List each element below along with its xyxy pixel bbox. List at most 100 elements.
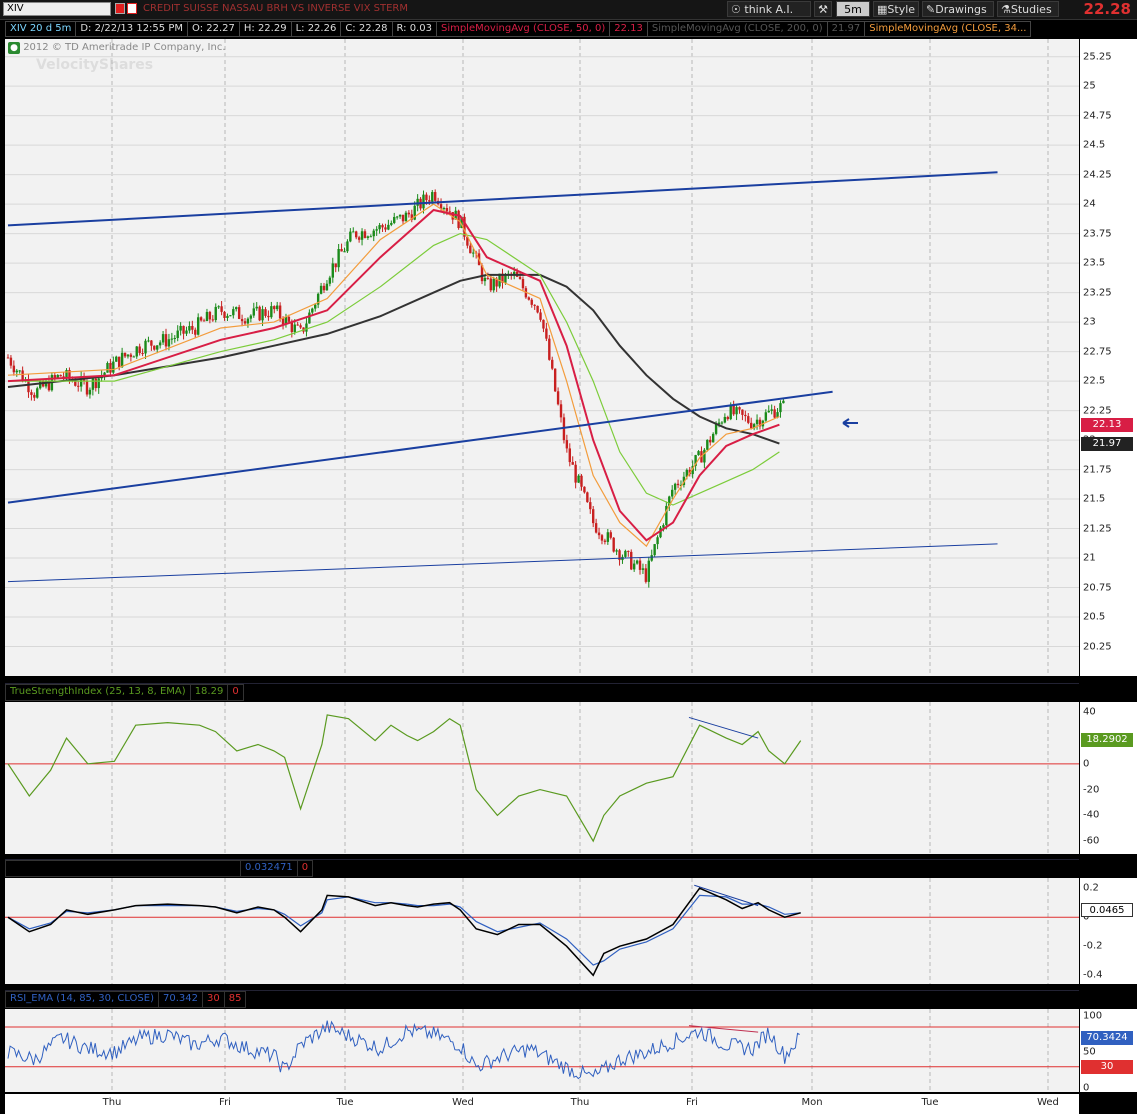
- candle-body: [764, 412, 768, 421]
- candle-body: [53, 375, 57, 378]
- sma200-line: [7, 273, 780, 445]
- candle-body: [431, 192, 434, 202]
- candle-body: [27, 379, 30, 393]
- candle-body: [486, 277, 490, 279]
- candle-body: [349, 231, 352, 242]
- candle-body: [161, 334, 165, 343]
- candle-body: [185, 330, 188, 334]
- candle-body: [492, 278, 495, 291]
- candle-body: [770, 409, 773, 411]
- osc-main-line: [7, 887, 801, 977]
- candle-body: [176, 330, 179, 339]
- candle-body: [671, 489, 674, 497]
- candle-body: [592, 509, 595, 524]
- candle-body: [331, 263, 334, 278]
- candle-body: [314, 304, 317, 309]
- candle-body: [767, 410, 770, 413]
- candle-body: [205, 311, 209, 322]
- candle-body: [375, 229, 378, 231]
- candle-body: [91, 378, 95, 390]
- candle-body: [278, 305, 282, 319]
- candle-body: [328, 277, 332, 284]
- time-axis-label: Wed: [452, 1097, 474, 1108]
- candle-body: [287, 316, 291, 322]
- osc-badge: 0.0465: [1081, 903, 1133, 918]
- candle-body: [393, 216, 396, 223]
- candle-body: [202, 320, 206, 322]
- candle-body: [729, 404, 732, 420]
- candle-body: [153, 345, 156, 350]
- candle-body: [6, 357, 10, 359]
- time-axis-label: Tue: [336, 1097, 354, 1108]
- candle-body: [243, 321, 247, 324]
- candle-body: [188, 325, 191, 331]
- candle-body: [416, 198, 419, 206]
- candle-body: [275, 305, 279, 310]
- candle-body: [117, 356, 121, 368]
- candle-body: [706, 439, 709, 450]
- tsi-line: [7, 714, 802, 843]
- sma200-price-badge: 21.97: [1081, 436, 1133, 451]
- candle-body: [483, 277, 487, 282]
- candle-body: [258, 306, 261, 321]
- tsi-badge: 18.2902: [1081, 733, 1133, 748]
- candle-body: [340, 249, 343, 252]
- candle-body: [583, 486, 586, 493]
- candle-body: [273, 306, 276, 310]
- candle-body: [158, 342, 162, 346]
- candle-body: [624, 550, 627, 557]
- candle-body: [120, 352, 124, 368]
- candle-body: [126, 354, 130, 357]
- candle-body: [747, 416, 750, 423]
- candle-body: [551, 359, 554, 369]
- candle-body: [352, 231, 355, 233]
- candle-body: [363, 231, 367, 238]
- candle-body: [565, 440, 569, 449]
- candle-body: [337, 249, 340, 268]
- candle-body: [676, 483, 680, 486]
- candle-body: [144, 340, 147, 354]
- candle-body: [401, 214, 405, 222]
- chart-drawing-layer: [5, 39, 1079, 1092]
- candle-body: [404, 212, 408, 222]
- candle-body: [489, 278, 492, 291]
- candle-body: [261, 309, 264, 321]
- candle-body: [559, 404, 563, 418]
- candle-body: [577, 475, 580, 483]
- candle-body: [422, 194, 425, 209]
- candle-body: [548, 338, 551, 360]
- candle-body: [311, 308, 314, 313]
- candle-body: [305, 323, 308, 332]
- candle-body: [194, 329, 197, 335]
- candle-body: [656, 537, 659, 545]
- candle-body: [703, 449, 706, 463]
- candle-body: [782, 400, 785, 404]
- candle-body: [545, 328, 548, 339]
- candle-body: [606, 532, 610, 542]
- candle-body: [141, 353, 144, 355]
- time-axis[interactable]: Thu Fri Tue Wed Thu Fri Mon Tue Wed: [5, 1094, 1079, 1114]
- candle-body: [586, 492, 589, 503]
- candle-body: [223, 311, 226, 318]
- candle-body: [220, 306, 223, 312]
- candle-body: [673, 483, 677, 490]
- candle-body: [299, 325, 302, 328]
- candle-body: [59, 374, 62, 377]
- candle-body: [630, 551, 633, 570]
- candle-body: [615, 550, 618, 552]
- candle-body: [425, 194, 428, 201]
- candle-body: [167, 339, 171, 347]
- sma50-price-badge: 22.13: [1081, 417, 1133, 432]
- candle-body: [217, 306, 220, 308]
- candle-body: [281, 318, 285, 325]
- candle-body: [252, 308, 255, 316]
- candle-body: [779, 403, 782, 413]
- candle-body: [255, 306, 258, 309]
- candle-body: [527, 297, 531, 300]
- candle-body: [720, 422, 724, 424]
- candle-body: [589, 502, 592, 510]
- candle-body: [357, 237, 361, 240]
- candle-body: [635, 560, 639, 564]
- candle-body: [36, 388, 39, 398]
- candle-body: [308, 312, 311, 324]
